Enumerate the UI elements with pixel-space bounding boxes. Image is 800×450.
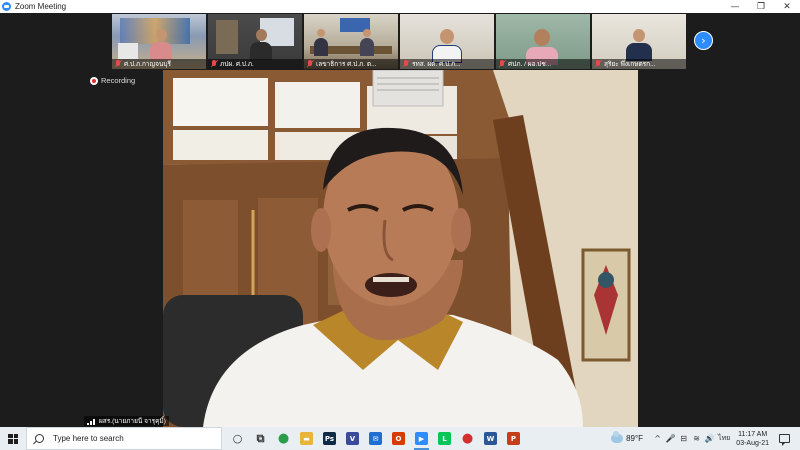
participant-namebar: ภปผ. ศ.ป.ภ. bbox=[208, 59, 302, 69]
notification-center-icon[interactable] bbox=[779, 434, 790, 446]
maximize-button[interactable]: ❐ bbox=[748, 0, 774, 13]
office-icon: O bbox=[392, 432, 405, 445]
windows-start-icon[interactable] bbox=[0, 427, 26, 450]
participant-tile[interactable]: เลขาธิการ ศ.ป.ภ. ต... bbox=[304, 14, 398, 69]
participant-namebar: เลขาธิการ ศ.ป.ภ. ต... bbox=[304, 59, 398, 69]
muted-mic-icon bbox=[306, 60, 314, 68]
participant-name: ภปผ. ศ.ป.ภ. bbox=[220, 61, 254, 68]
wifi-icon[interactable]: ≋ bbox=[690, 434, 703, 443]
participant-name: รทส. ผต. ศ.ป.ภ... bbox=[412, 61, 461, 68]
windows-taskbar: Type here to search ○ ⧉ ● ▬ Ps V ✉ O ▶ L ● W P 89°F … bbox=[0, 427, 800, 450]
participant-name: เลขาธิการ ศ.ป.ภ. ต... bbox=[316, 61, 377, 68]
participant-tile[interactable]: ศปภ. / ผอ.ปช... bbox=[496, 14, 590, 69]
line-icon: L bbox=[438, 432, 451, 445]
input-language[interactable]: ไทย bbox=[718, 433, 730, 444]
mail-icon: ✉ bbox=[369, 432, 382, 445]
office-taskbar-button[interactable]: O bbox=[387, 427, 410, 450]
system-tray: 89°F ^ 🎤 ⊟ ≋ 🔊 ไทย 11:17 AM 03-Aug-21 bbox=[611, 427, 800, 450]
close-button[interactable]: ✕ bbox=[774, 0, 800, 13]
taskbar-search-box[interactable]: Type here to search bbox=[26, 427, 222, 450]
zoom-icon: ▶ bbox=[415, 432, 428, 445]
volume-icon[interactable]: 🔊 bbox=[703, 434, 716, 443]
file-explorer-icon: ▬ bbox=[300, 432, 313, 445]
participant-tile[interactable]: สุริยะ พึ่งเกษตรก... bbox=[592, 14, 686, 69]
display-icon[interactable]: ⊟ bbox=[677, 434, 690, 443]
window-title: Zoom Meeting bbox=[15, 2, 67, 11]
task-view-icon: ○ bbox=[232, 432, 243, 445]
show-hidden-icons-icon[interactable]: ^ bbox=[651, 434, 664, 443]
signal-strength-icon bbox=[87, 418, 96, 425]
participant-namebar: สุริยะ พึ่งเกษตรก... bbox=[592, 59, 686, 69]
speaker-name: ผสร.(นายภายนี จารุคุมิ์) bbox=[99, 418, 166, 425]
powerpoint-icon: P bbox=[507, 432, 520, 445]
task-switch-taskbar-button[interactable]: ⧉ bbox=[249, 427, 272, 450]
active-speaker-video[interactable] bbox=[163, 70, 638, 427]
chrome-taskbar-button[interactable]: ● bbox=[272, 427, 295, 450]
powerpoint-taskbar-button[interactable]: P bbox=[502, 427, 525, 450]
recording-label: Recording bbox=[101, 76, 136, 85]
speaker-scene bbox=[163, 70, 638, 427]
zoom-app-icon bbox=[2, 2, 11, 11]
vivaldi-taskbar-button[interactable]: V bbox=[341, 427, 364, 450]
participant-tile[interactable]: รทส. ผต. ศ.ป.ภ... bbox=[400, 14, 494, 69]
red-app-taskbar-button[interactable]: ● bbox=[456, 427, 479, 450]
mail-taskbar-button[interactable]: ✉ bbox=[364, 427, 387, 450]
window-controls: — ❐ ✕ bbox=[722, 0, 800, 13]
taskbar-app-icons: ○ ⧉ ● ▬ Ps V ✉ O ▶ L ● W P bbox=[226, 427, 525, 450]
clock-date: 03-Aug-21 bbox=[736, 439, 769, 447]
title-bar: Zoom Meeting — ❐ ✕ bbox=[0, 0, 800, 13]
taskbar-clock[interactable]: 11:17 AM 03-Aug-21 bbox=[736, 430, 769, 448]
microphone-icon[interactable]: 🎤 bbox=[664, 434, 677, 443]
minimize-button[interactable]: — bbox=[722, 0, 748, 13]
participant-namebar: รทส. ผต. ศ.ป.ภ... bbox=[400, 59, 494, 69]
participant-name: ศปภ. / ผอ.ปช... bbox=[508, 61, 552, 68]
search-placeholder: Type here to search bbox=[53, 434, 124, 443]
task-view-taskbar-button[interactable]: ○ bbox=[226, 427, 249, 450]
search-icon bbox=[35, 434, 44, 443]
record-icon bbox=[90, 76, 98, 85]
muted-mic-icon bbox=[594, 60, 602, 68]
participant-name: สุริยะ พึ่งเกษตรก... bbox=[604, 61, 656, 68]
photoshop-taskbar-button[interactable]: Ps bbox=[318, 427, 341, 450]
vivaldi-icon: V bbox=[346, 432, 359, 445]
speaker-namebar: ผสร.(นายภายนี จารุคุมิ์) bbox=[84, 416, 169, 426]
word-icon: W bbox=[484, 432, 497, 445]
participant-tile[interactable]: ศ.ป.ภ.กาญจนบุรี bbox=[112, 14, 206, 69]
photoshop-icon: Ps bbox=[323, 432, 336, 445]
file-explorer-taskbar-button[interactable]: ▬ bbox=[295, 427, 318, 450]
task-switch-icon: ⧉ bbox=[256, 431, 265, 445]
zoom-taskbar-button[interactable]: ▶ bbox=[410, 427, 433, 450]
weather-icon[interactable] bbox=[611, 431, 624, 443]
participant-name: ศ.ป.ภ.กาญจนบุรี bbox=[124, 61, 171, 68]
red-app-icon: ● bbox=[461, 431, 474, 446]
participant-namebar: ศ.ป.ภ.กาญจนบุรี bbox=[112, 59, 206, 69]
recording-indicator[interactable]: Recording bbox=[90, 76, 135, 85]
weather-temperature[interactable]: 89°F bbox=[626, 434, 643, 443]
muted-mic-icon bbox=[402, 60, 410, 68]
participant-tile[interactable]: ภปผ. ศ.ป.ภ. bbox=[208, 14, 302, 69]
word-taskbar-button[interactable]: W bbox=[479, 427, 502, 450]
chrome-icon: ● bbox=[277, 431, 290, 446]
clock-time: 11:17 AM bbox=[738, 430, 768, 438]
muted-mic-icon bbox=[114, 60, 122, 68]
zoom-window: Zoom Meeting — ❐ ✕ ศ.ป.ภ.กาญจนบุรี ภปผ. bbox=[0, 0, 800, 427]
muted-mic-icon bbox=[210, 60, 218, 68]
line-taskbar-button[interactable]: L bbox=[433, 427, 456, 450]
next-page-button[interactable]: › bbox=[694, 31, 713, 50]
participant-strip: ศ.ป.ภ.กาญจนบุรี ภปผ. ศ.ป.ภ. เลขาธิการ ศ.… bbox=[112, 14, 686, 69]
participant-namebar: ศปภ. / ผอ.ปช... bbox=[496, 59, 590, 69]
muted-mic-icon bbox=[498, 60, 506, 68]
